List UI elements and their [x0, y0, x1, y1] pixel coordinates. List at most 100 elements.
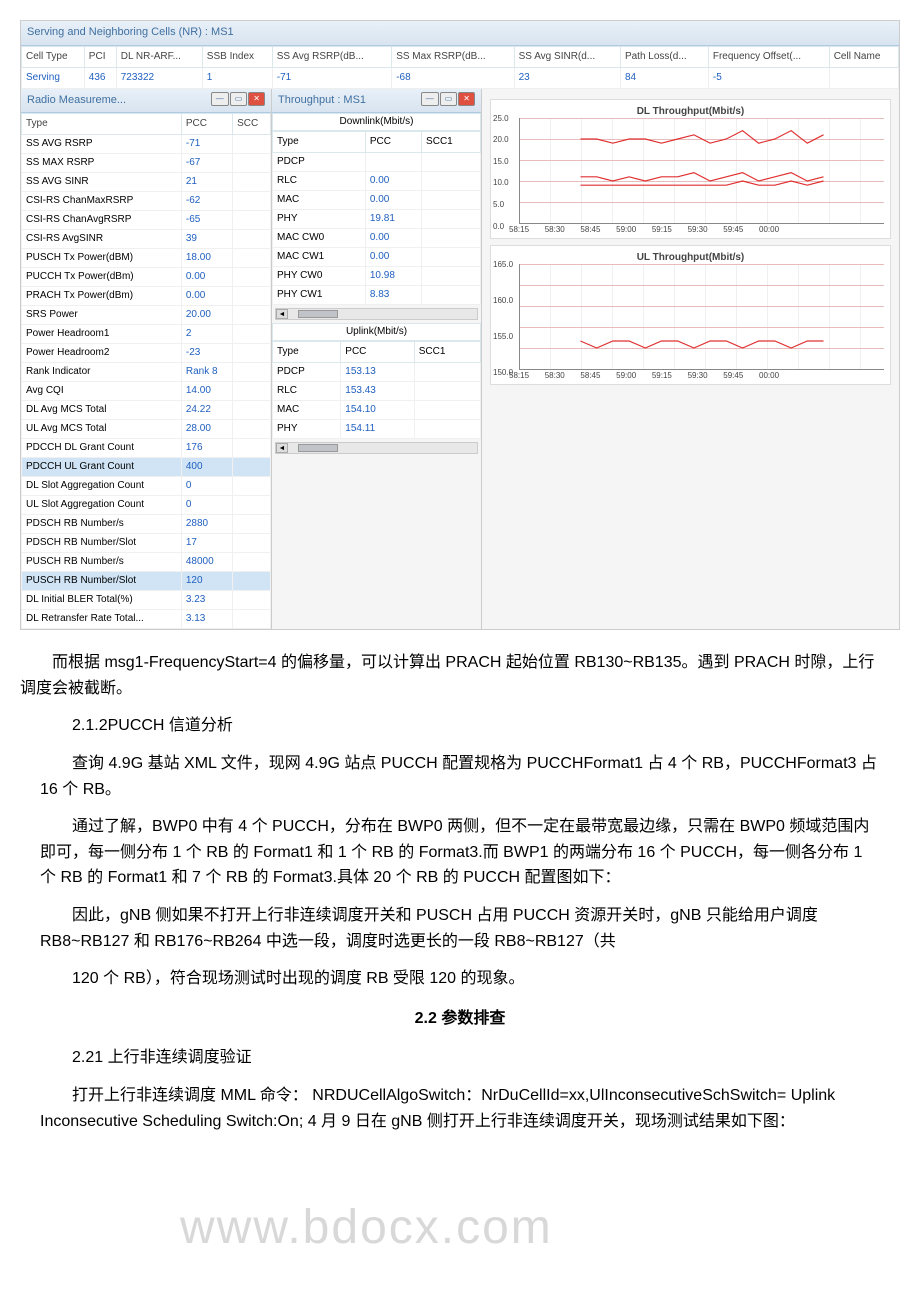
tp-ul-table: Type PCC SCC1 PDCP153.13RLC153.43MAC154.…: [272, 341, 481, 439]
radio-value: 18.00: [181, 249, 232, 268]
radio-metric: PDCCH UL Grant Count: [22, 458, 182, 477]
radio-metric: UL Avg MCS Total: [22, 420, 182, 439]
minimize-icon[interactable]: —: [421, 92, 439, 107]
minimize-icon[interactable]: —: [211, 92, 229, 107]
tp-row: PHY CW18.83: [273, 286, 481, 305]
col-freqoff: Frequency Offset(...: [708, 46, 829, 67]
tp-row: PHY19.81: [273, 210, 481, 229]
radio-value: 2880: [181, 515, 232, 534]
col-arfcn: DL NR-ARF...: [116, 46, 202, 67]
scroll-thumb[interactable]: [298, 444, 338, 452]
neigh-cells-table: Cell Type PCI DL NR-ARF... SSB Index SS …: [21, 46, 899, 89]
radio-value: 24.22: [181, 401, 232, 420]
tp-row: PHY CW010.98: [273, 267, 481, 286]
radio-row: UL Avg MCS Total28.00: [22, 420, 271, 439]
radio-scc: [233, 135, 271, 154]
radio-metric: CSI-RS ChanMaxRSRP: [22, 192, 182, 211]
radio-metric: SS MAX RSRP: [22, 154, 182, 173]
radio-metric: Power Headroom2: [22, 344, 182, 363]
tp-row: RLC0.00: [273, 172, 481, 191]
tp-win-title: Throughput : MS1 ✕ ▭ —: [272, 89, 481, 114]
radio-metric: SS AVG RSRP: [22, 135, 182, 154]
radio-value: 28.00: [181, 420, 232, 439]
tp-col-type2: Type: [273, 342, 341, 363]
tp-scc: [422, 191, 481, 210]
radio-metric: PUSCH RB Number/Slot: [22, 572, 182, 591]
radio-value: 39: [181, 230, 232, 249]
radio-metric: DL Avg MCS Total: [22, 401, 182, 420]
radio-metric: DL Retransfer Rate Total...: [22, 610, 182, 629]
close-icon[interactable]: ✕: [458, 92, 475, 107]
chart: DL Throughput(Mbit/s)0.05.010.015.020.02…: [490, 99, 891, 239]
tp-metric: MAC CW0: [273, 229, 366, 248]
tp-value: [365, 153, 421, 172]
tp-value: 154.11: [341, 420, 414, 439]
radio-row: DL Retransfer Rate Total...3.13: [22, 610, 271, 629]
tp-row: PDCP: [273, 153, 481, 172]
scroll-left-icon[interactable]: ◄: [276, 309, 288, 319]
radio-value: 0: [181, 496, 232, 515]
tp-metric: RLC: [273, 382, 341, 401]
chart: UL Throughput(Mbit/s)150.0155.0160.0165.…: [490, 245, 891, 385]
tp-dl-head: Downlink(Mbit/s): [272, 113, 481, 131]
radio-value: 17: [181, 534, 232, 553]
scrollbar-horizontal-2[interactable]: ◄: [275, 442, 478, 454]
tp-col-type: Type: [273, 132, 366, 153]
tp-col-pcc: PCC: [365, 132, 421, 153]
radio-scc: [233, 230, 271, 249]
radio-scc: [233, 249, 271, 268]
maximize-icon[interactable]: ▭: [230, 92, 248, 107]
close-icon[interactable]: ✕: [248, 92, 265, 107]
tp-col-scc1: SCC1: [422, 132, 481, 153]
radio-row: SS AVG SINR21: [22, 173, 271, 192]
radio-row: PUSCH RB Number/Slot120: [22, 572, 271, 591]
tp-scc: [414, 420, 480, 439]
col-ssbidx: SSB Index: [202, 46, 272, 67]
tp-scc: [414, 382, 480, 401]
tp-metric: PDCP: [273, 363, 341, 382]
radio-value: -65: [181, 211, 232, 230]
radio-value: 120: [181, 572, 232, 591]
radio-row: Power Headroom12: [22, 325, 271, 344]
tp-row: PDCP153.13: [273, 363, 481, 382]
radio-scc: [233, 344, 271, 363]
tp-scc: [422, 248, 481, 267]
radio-row: PUSCH Tx Power(dBM)18.00: [22, 249, 271, 268]
tp-metric: PHY: [273, 420, 341, 439]
tp-scc: [422, 229, 481, 248]
radio-metric: Avg CQI: [22, 382, 182, 401]
radio-row: DL Initial BLER Total(%)3.23: [22, 591, 271, 610]
radio-metric: Power Headroom1: [22, 325, 182, 344]
cell-arfcn: 723322: [116, 67, 202, 88]
screenshot-container: Serving and Neighboring Cells (NR) : MS1…: [20, 20, 900, 630]
tp-scc: [422, 172, 481, 191]
radio-scc: [233, 363, 271, 382]
radio-value: Rank 8: [181, 363, 232, 382]
scrollbar-horizontal[interactable]: ◄: [275, 308, 478, 320]
tp-metric: PHY: [273, 210, 366, 229]
radio-metric: SRS Power: [22, 306, 182, 325]
tp-metric: MAC CW1: [273, 248, 366, 267]
radio-measure-table: Type PCC SCC SS AVG RSRP-71SS MAX RSRP-6…: [21, 113, 271, 629]
maximize-icon[interactable]: ▭: [440, 92, 458, 107]
radio-value: -71: [181, 135, 232, 154]
radio-value: 21: [181, 173, 232, 192]
tp-value: 0.00: [365, 191, 421, 210]
radio-scc: [233, 306, 271, 325]
scroll-thumb[interactable]: [298, 310, 338, 318]
radio-value: 176: [181, 439, 232, 458]
radio-scc: [233, 591, 271, 610]
radio-metric: SS AVG SINR: [22, 173, 182, 192]
radio-scc: [233, 458, 271, 477]
radio-metric: CSI-RS AvgSINR: [22, 230, 182, 249]
radio-value: 2: [181, 325, 232, 344]
col-ssavgsinr: SS Avg SINR(d...: [514, 46, 620, 67]
section-heading: 2.1.2PUCCH 信道分析: [40, 713, 880, 739]
tp-value: 154.10: [341, 401, 414, 420]
scroll-left-icon[interactable]: ◄: [276, 443, 288, 453]
paragraph: 而根据 msg1-FrequencyStart=4 的偏移量，可以计算出 PRA…: [20, 650, 880, 701]
radio-scc: [233, 211, 271, 230]
radio-scc: [233, 553, 271, 572]
tp-scc: [422, 153, 481, 172]
tp-row: MAC CW10.00: [273, 248, 481, 267]
